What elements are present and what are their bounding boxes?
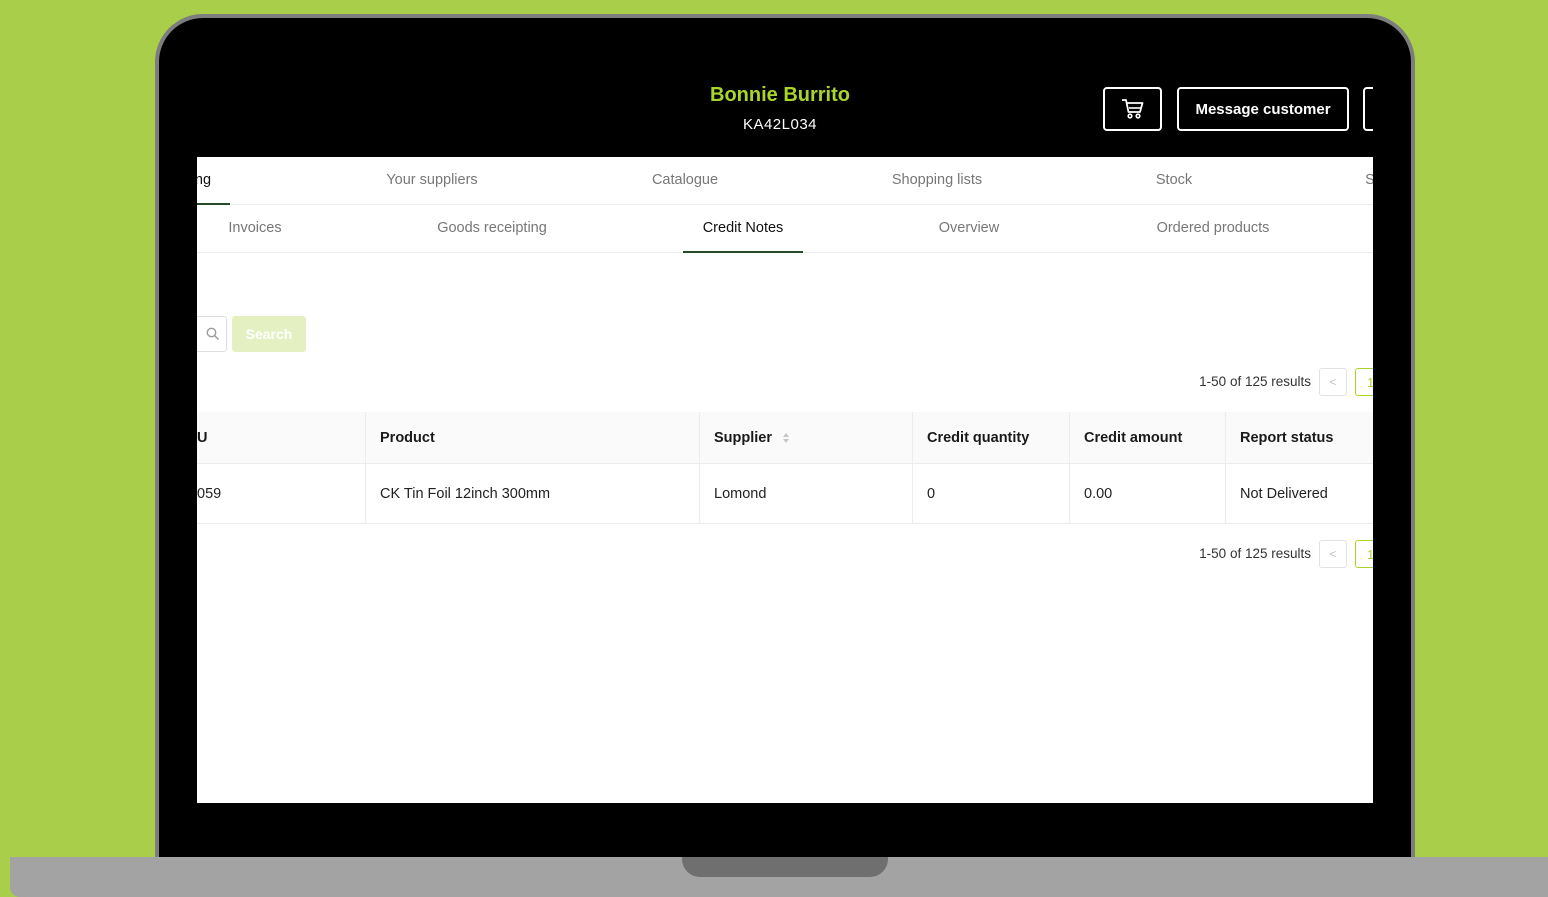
pagination-summary: 1-50 of 125 results: [1199, 374, 1311, 389]
sort-icon[interactable]: [782, 432, 790, 444]
cell-supplier: Lomond: [699, 464, 912, 523]
pagination-bottom: 1-50 of 125 results < 1: [1073, 540, 1373, 568]
cart-button[interactable]: [1103, 87, 1162, 131]
laptop-notch: [682, 857, 888, 877]
cell-product: CK Tin Foil 12inch 300mm: [365, 464, 699, 523]
column-header-sku: U: [197, 429, 208, 446]
pagination-page-button[interactable]: 1: [1355, 368, 1373, 396]
message-customer-button[interactable]: Message customer: [1177, 87, 1349, 131]
search-icon: [206, 327, 220, 341]
tab-stock[interactable]: Stock: [1156, 157, 1192, 205]
pagination-prev-button-bottom[interactable]: <: [1319, 540, 1347, 568]
chevron-left-icon: <: [1329, 547, 1337, 561]
primary-nav: ng Your suppliers Catalogue Shopping lis…: [197, 157, 1373, 205]
tab-your-suppliers[interactable]: Your suppliers: [386, 157, 477, 205]
pagination-top: 1-50 of 125 results < 1: [1073, 368, 1373, 396]
column-header-supplier-label: Supplier: [714, 429, 773, 446]
header-extra-button[interactable]: [1363, 87, 1373, 131]
chevron-left-icon: <: [1329, 375, 1337, 389]
tab-credit-notes[interactable]: Credit Notes: [703, 205, 784, 253]
pagination-prev-button[interactable]: <: [1319, 368, 1347, 396]
tab-catalogue[interactable]: Catalogue: [652, 157, 718, 205]
tab-ordered-products[interactable]: Ordered products: [1157, 205, 1270, 253]
column-header-product: Product: [365, 412, 699, 463]
column-header-credit-quantity: Credit quantity: [912, 412, 1069, 463]
secondary-nav: Invoices Goods receipting Credit Notes O…: [197, 205, 1373, 253]
credit-notes-table: U Product Supplier Credit quantity Credi…: [197, 412, 1373, 524]
tab-overview[interactable]: Overview: [939, 205, 999, 253]
content-area: ng Your suppliers Catalogue Shopping lis…: [197, 157, 1373, 803]
cell-sku: 059: [197, 485, 222, 502]
cell-credit-quantity: 0: [912, 464, 1069, 523]
cell-report-status: Not Delivered: [1225, 464, 1373, 523]
table-header: U Product Supplier Credit quantity Credi…: [197, 412, 1373, 464]
search-input[interactable]: [197, 316, 227, 352]
cell-credit-amount: 0.00: [1069, 464, 1225, 523]
table-row[interactable]: 059 CK Tin Foil 12inch 300mm Lomond 0 0.…: [197, 464, 1373, 524]
pagination-summary-bottom: 1-50 of 125 results: [1199, 546, 1311, 561]
column-header-credit-amount: Credit amount: [1069, 412, 1225, 463]
pagination-page-button-bottom[interactable]: 1: [1355, 540, 1373, 568]
app-header: Bonnie Burrito KA42L034 Message customer: [197, 58, 1373, 157]
tab-more[interactable]: S: [1365, 157, 1373, 205]
app-screen: Bonnie Burrito KA42L034 Message customer…: [197, 58, 1373, 803]
search-button[interactable]: Search: [232, 316, 306, 352]
tab-goods-receipting[interactable]: Goods receipting: [437, 205, 547, 253]
tab-shopping-lists[interactable]: Shopping lists: [892, 157, 982, 205]
tab-invoices[interactable]: Invoices: [228, 205, 281, 253]
column-header-report-status: Report status: [1225, 412, 1373, 463]
secondary-active-underline: [683, 251, 803, 253]
tab-ordering[interactable]: ng: [197, 157, 211, 205]
cart-icon: [1121, 99, 1143, 119]
column-header-supplier[interactable]: Supplier: [699, 412, 912, 463]
